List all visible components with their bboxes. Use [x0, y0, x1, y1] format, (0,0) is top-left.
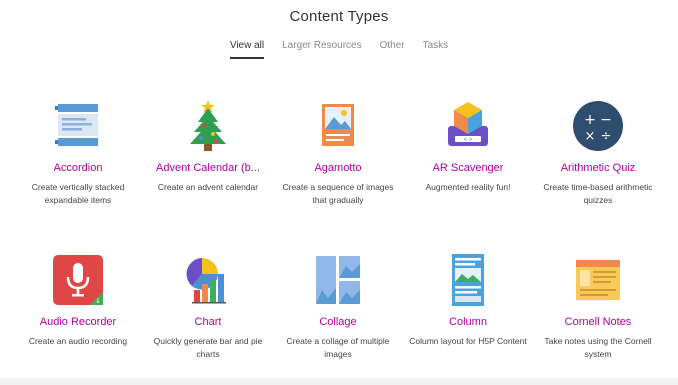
card-title[interactable]: Cornell Notes	[565, 316, 632, 328]
card-title[interactable]: Agamotto	[314, 162, 361, 174]
card-description: Create a collage of multiple images	[286, 336, 390, 359]
tab-view-all[interactable]: View all	[229, 40, 265, 59]
chart-icon	[178, 250, 238, 310]
card-title[interactable]: AR Scavenger	[433, 162, 504, 174]
card-title[interactable]: Arithmetic Quiz	[561, 162, 636, 174]
content-type-card-ar-scavenger[interactable]: < > AR Scavenger Augmented reality fun!	[403, 96, 533, 206]
svg-text:÷: ÷	[601, 129, 612, 144]
cornell-notes-icon	[568, 250, 628, 310]
accordion-icon	[48, 96, 108, 156]
image-sequence-icon	[308, 96, 368, 156]
tab-tasks[interactable]: Tasks	[423, 40, 449, 59]
card-description: Create an advent calendar	[157, 182, 259, 192]
card-title[interactable]: Accordion	[54, 162, 103, 174]
content-type-card-agamotto[interactable]: Agamotto Create a sequence of images tha…	[273, 96, 403, 206]
content-type-card-chart[interactable]: Chart Quickly generate bar and pie chart…	[143, 250, 273, 360]
svg-text:< >: < >	[463, 137, 472, 143]
card-description: Augmented reality fun!	[425, 182, 511, 192]
collage-icon	[308, 250, 368, 310]
card-title[interactable]: Chart	[195, 316, 222, 328]
microphone-icon: ↓	[48, 250, 108, 310]
ar-cube-icon: < >	[438, 96, 498, 156]
arithmetic-icon: + − × ÷	[568, 96, 628, 156]
card-description: Column layout for H5P Content	[409, 336, 527, 346]
card-title[interactable]: Collage	[319, 316, 356, 328]
card-description: Create vertically stacked expandable ite…	[31, 182, 125, 205]
svg-text:×: ×	[585, 129, 596, 144]
card-description: Create time-based arithmetic quizzes	[543, 182, 653, 205]
card-title[interactable]: Column	[449, 316, 487, 328]
card-description: Take notes using the Cornell system	[544, 336, 652, 359]
svg-text:+: +	[584, 112, 596, 128]
tab-larger-resources[interactable]: Larger Resources	[282, 40, 361, 59]
christmas-tree-icon	[178, 96, 238, 156]
tab-other[interactable]: Other	[380, 40, 405, 59]
content-type-card-advent-calendar[interactable]: Advent Calendar (b... Create an advent c…	[143, 96, 273, 206]
svg-text:−: −	[600, 112, 612, 128]
svg-text:↓: ↓	[95, 297, 101, 305]
content-type-card-accordion[interactable]: Accordion Create vertically stacked expa…	[13, 96, 143, 206]
content-type-card-arithmetic-quiz[interactable]: + − × ÷ Arithmetic Quiz Create time-base…	[533, 96, 663, 206]
page-title: Content Types	[289, 8, 389, 25]
page-footer-strip	[0, 378, 678, 385]
content-type-card-column[interactable]: Column Column layout for H5P Content	[403, 250, 533, 360]
content-type-tabs: View all Larger Resources Other Tasks	[0, 40, 678, 59]
content-type-card-cornell-notes[interactable]: Cornell Notes Take notes using the Corne…	[533, 250, 663, 360]
content-type-card-audio-recorder[interactable]: ↓ Audio Recorder Create an audio recordi…	[13, 250, 143, 360]
content-type-card-collage[interactable]: Collage Create a collage of multiple ima…	[273, 250, 403, 360]
column-icon	[438, 250, 498, 310]
card-title[interactable]: Audio Recorder	[40, 316, 116, 328]
card-description: Quickly generate bar and pie charts	[153, 336, 263, 359]
card-description: Create a sequence of images that gradual…	[282, 182, 394, 205]
card-description: Create an audio recording	[28, 336, 128, 346]
card-title[interactable]: Advent Calendar (b...	[156, 162, 260, 174]
content-type-grid: Accordion Create vertically stacked expa…	[13, 96, 665, 360]
